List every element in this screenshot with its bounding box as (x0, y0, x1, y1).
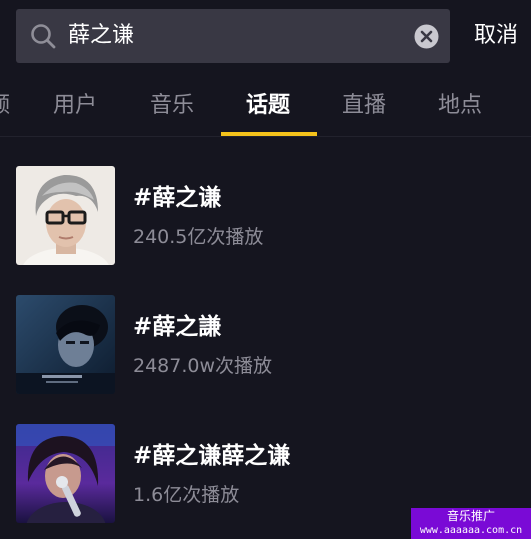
tab-places[interactable]: 地点 (438, 80, 482, 136)
search-icon (29, 22, 57, 50)
active-tab-indicator (221, 132, 317, 136)
topic-thumbnail (16, 424, 115, 523)
search-box[interactable]: 薛之谦 (16, 9, 450, 63)
topic-thumbnail (16, 166, 115, 265)
watermark-url: www.aaaaaa.com.cn (419, 525, 523, 536)
tab-topics[interactable]: 话题 (246, 80, 290, 136)
topic-play-count: 2487.0w次播放 (133, 355, 273, 377)
cancel-button[interactable]: 取消 (474, 9, 518, 63)
watermark-title: 音乐推广 (446, 509, 495, 523)
topic-play-count: 1.6亿次播放 (133, 484, 240, 506)
list-item[interactable]: #薛之谦 240.5亿次播放 (16, 166, 516, 265)
tab-video[interactable]: 频 (0, 80, 10, 136)
topic-thumbnail (16, 295, 115, 394)
watermark: 音乐推广 www.aaaaaa.com.cn (411, 508, 531, 539)
tab-music[interactable]: 音乐 (150, 80, 194, 136)
topic-title: #薛之谦 (133, 185, 222, 211)
clear-icon[interactable] (414, 24, 439, 49)
search-input[interactable]: 薛之谦 (68, 9, 406, 63)
topic-title: #薛之谦薛之谦 (133, 443, 291, 469)
list-item[interactable]: #薛之謙 2487.0w次播放 (16, 295, 516, 394)
tab-users[interactable]: 用户 (53, 80, 97, 136)
tab-live[interactable]: 直播 (342, 80, 386, 136)
topic-play-count: 240.5亿次播放 (133, 226, 264, 248)
tab-bar: 频 用户 音乐 话题 直播 地点 (0, 80, 531, 137)
topic-title: #薛之謙 (133, 314, 222, 340)
